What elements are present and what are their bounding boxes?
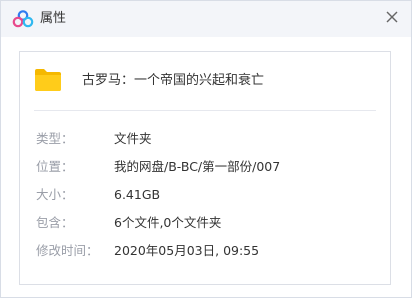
divider — [34, 110, 376, 111]
properties-dialog: 属性 古罗马：一个帝国的兴起和衰亡 类型： 文件夹 位置： 我的网盘/B-BC/… — [0, 0, 412, 298]
property-value: 6.41GB — [114, 187, 161, 202]
property-label: 包含： — [36, 215, 74, 230]
property-label: 大小： — [36, 187, 74, 202]
property-value: 2020年05月03日, 09:55 — [114, 243, 260, 258]
title-bar[interactable]: 属性 — [1, 1, 411, 37]
properties-panel: 古罗马：一个帝国的兴起和衰亡 类型： 文件夹 位置： 我的网盘/B-BC/第一部… — [19, 51, 391, 285]
property-value: 文件夹 — [114, 131, 152, 146]
folder-name: 古罗马：一个帝国的兴起和衰亡 — [82, 73, 265, 88]
folder-icon — [35, 69, 61, 91]
baidu-netdisk-cloud-icon — [12, 10, 34, 28]
dialog-title: 属性 — [40, 11, 67, 26]
property-label: 位置： — [36, 159, 74, 174]
property-value: 我的网盘/B-BC/第一部份/007 — [114, 159, 281, 174]
close-icon[interactable] — [383, 8, 401, 26]
property-label: 类型： — [36, 131, 74, 146]
property-value: 6个文件,0个文件夹 — [114, 215, 222, 230]
property-label: 修改时间： — [36, 243, 99, 258]
